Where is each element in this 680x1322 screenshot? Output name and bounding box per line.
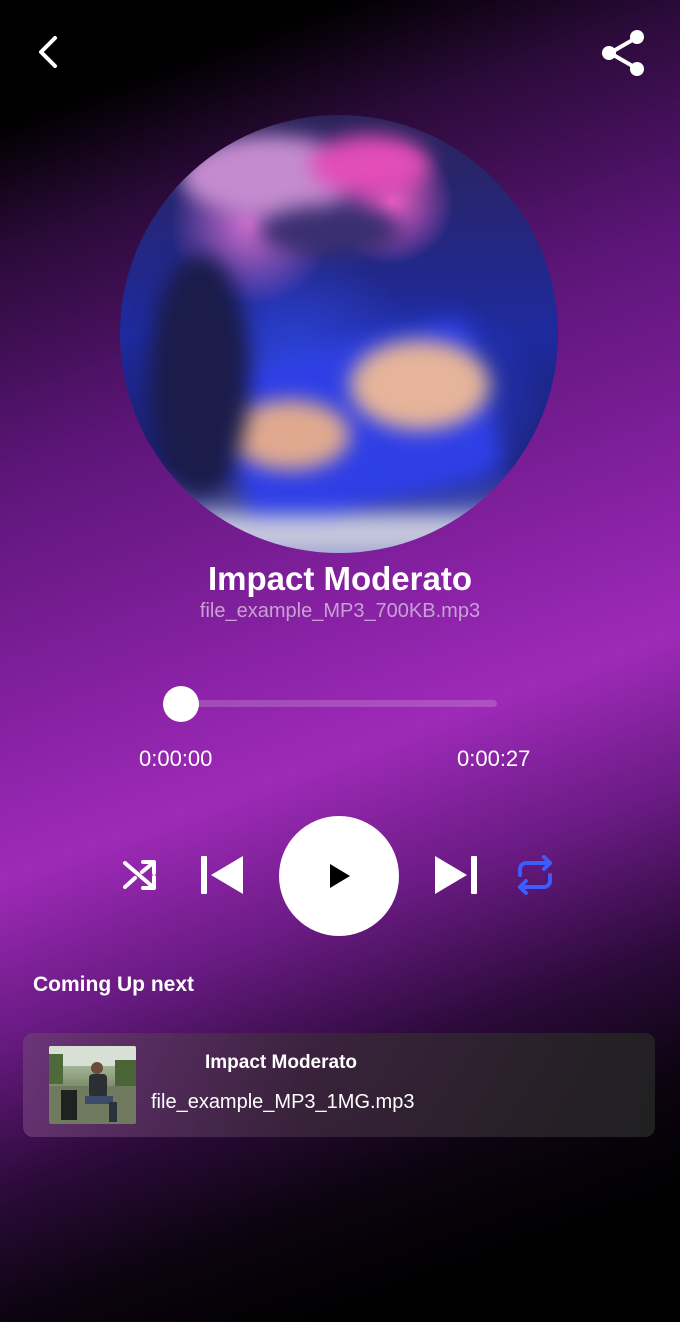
current-time: 0:00:00 [139,746,213,771]
progress-thumb[interactable] [163,686,199,722]
shuffle-button[interactable] [118,852,164,898]
skip-next-icon [435,856,477,894]
up-next-title: Impact Moderato [205,1052,358,1073]
repeat-icon [518,855,552,895]
skip-previous-icon [201,856,243,894]
play-icon [330,864,350,888]
album-artwork [120,115,558,553]
play-button[interactable] [279,816,399,936]
repeat-button[interactable] [512,852,558,898]
music-player-screen: Impact Moderato file_example_MP3_700KB.m… [0,0,680,1322]
share-button[interactable] [596,26,650,80]
track-title: Impact Moderato [207,560,473,597]
up-next-file-name: file_example_MP3_1MG.mp3 [151,1091,415,1113]
up-next-thumbnail [49,1046,136,1124]
share-icon [602,30,644,76]
up-next-heading: Coming Up next [33,973,194,996]
track-file-name: file_example_MP3_700KB.mp3 [199,600,481,622]
up-next-item[interactable]: Impact Moderato file_example_MP3_1MG.mp3 [23,1033,655,1137]
back-button[interactable] [24,28,72,76]
total-time: 0:00:27 [457,746,531,771]
shuffle-icon [123,860,156,890]
chevron-left-icon [39,36,57,68]
progress-slider[interactable] [181,700,497,707]
previous-button[interactable] [196,852,246,898]
next-button[interactable] [432,852,482,898]
